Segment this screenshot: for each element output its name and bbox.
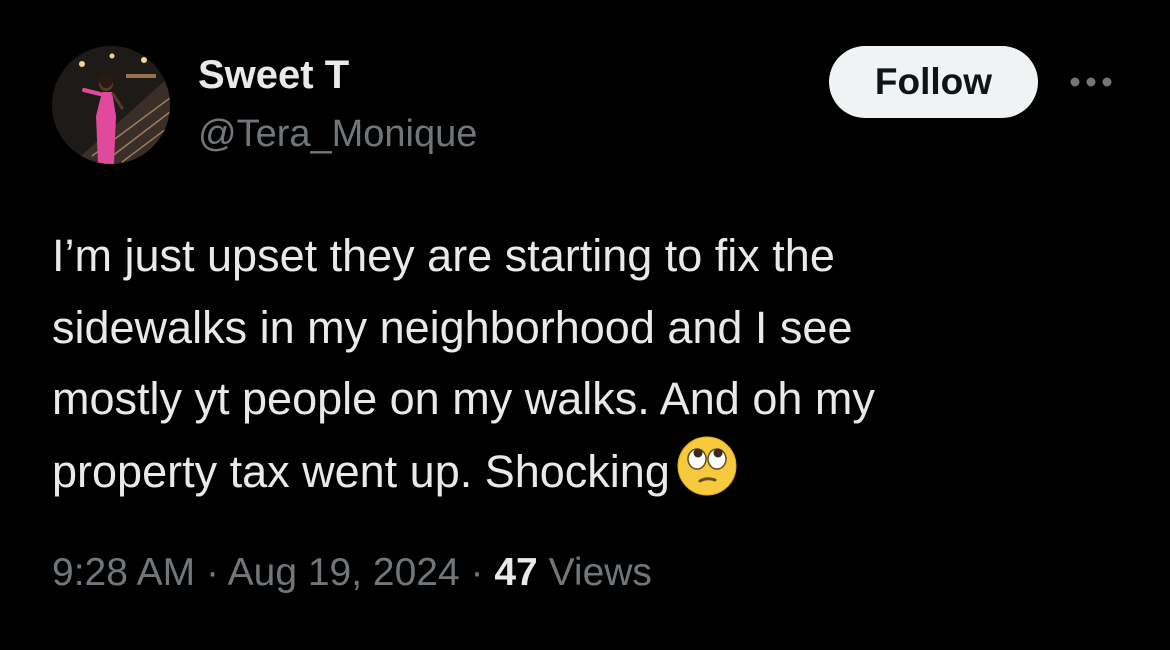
tweet-time[interactable]: 9:28 AM [52, 551, 195, 594]
avatar[interactable] [52, 46, 170, 164]
face-with-rolling-eyes-icon [676, 435, 738, 518]
tweet-text-line: sidewalks in my neighborhood and I see [52, 301, 853, 353]
avatar-photo-icon [52, 46, 170, 164]
author-display-name[interactable]: Sweet T [198, 52, 477, 98]
tweet-text: I’m just upset they are starting to fix … [52, 220, 1092, 517]
more-horizontal-icon [1070, 77, 1112, 87]
tweet-date[interactable]: Aug 19, 2024 [228, 551, 460, 594]
meta-separator: · [205, 551, 219, 594]
author-info: Sweet T @Tera_Monique [198, 52, 477, 156]
tweet-card: Sweet T @Tera_Monique Follow I’m just up… [0, 0, 1170, 650]
meta-separator: · [470, 551, 484, 594]
more-options-button[interactable] [1066, 64, 1116, 100]
tweet-text-line: property tax went up. Shocking [52, 445, 670, 497]
tweet-text-line: I’m just upset they are starting to fix … [52, 230, 835, 281]
views-label[interactable]: Views [549, 551, 652, 594]
views-count[interactable]: 47 [494, 551, 537, 594]
tweet-text-line-last: property tax went up. Shocking [52, 435, 1092, 518]
tweet-meta: 9:28 AM · Aug 19, 2024 · 47 Views [52, 550, 652, 596]
tweet-text-line: mostly yt people on my walks. And oh my [52, 373, 875, 424]
author-handle[interactable]: @Tera_Monique [198, 112, 477, 156]
follow-button[interactable]: Follow [829, 46, 1038, 118]
